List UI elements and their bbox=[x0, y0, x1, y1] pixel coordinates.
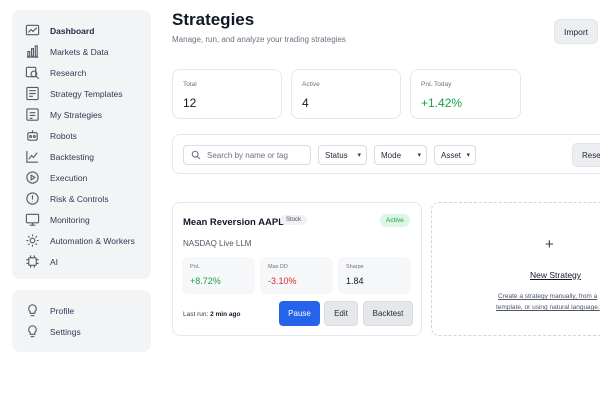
page-subtitle: Manage, run, and analyze your trading st… bbox=[172, 35, 346, 44]
chevron-down-icon: ▾ bbox=[357, 152, 361, 159]
asset-tag: Stock bbox=[280, 215, 308, 225]
sidebar-item-execution[interactable]: Execution bbox=[12, 167, 151, 188]
sidebar-item-label: AI bbox=[50, 256, 59, 267]
metric-value: +8.72% bbox=[190, 276, 221, 286]
lightbulb-icon bbox=[25, 303, 40, 318]
stat-active: Active 4 bbox=[291, 69, 401, 119]
metric-sharpe: Sharpe 1.84 bbox=[338, 257, 411, 294]
strategy-name: Mean Reversion AAPL bbox=[183, 217, 285, 228]
sidebar-item-markets[interactable]: Markets & Data bbox=[12, 41, 151, 62]
asset-select-label: Asset bbox=[441, 150, 462, 160]
stat-value: +1.42% bbox=[421, 96, 463, 110]
stat-label: Total bbox=[183, 81, 197, 88]
markets-icon bbox=[25, 44, 40, 59]
stat-total: Total 12 bbox=[172, 69, 282, 119]
search-placeholder: Search by name or tag bbox=[207, 150, 288, 160]
chevron-down-icon: ▾ bbox=[466, 152, 470, 159]
research-icon bbox=[25, 65, 40, 80]
sidebar-item-label: Strategy Templates bbox=[50, 88, 123, 99]
search-input[interactable]: Search by name or tag bbox=[183, 145, 311, 165]
page-title: Strategies bbox=[172, 10, 255, 29]
sidebar-item-ai[interactable]: AI bbox=[12, 251, 151, 272]
templates-icon bbox=[25, 86, 40, 101]
new-strategy-card[interactable]: + New Strategy Create a strategy manuall… bbox=[431, 202, 600, 336]
stat-label: PnL Today bbox=[421, 81, 452, 88]
sidebar-bottom: Profile Settings bbox=[12, 290, 151, 352]
new-strategy-description: template, or using natural language. bbox=[496, 304, 600, 311]
status-badge: Active bbox=[380, 214, 410, 227]
new-strategy-description: Create a strategy manually, from a bbox=[498, 293, 598, 300]
metric-label: Max DD bbox=[268, 264, 288, 270]
strategy-meta: NASDAQ Live LLM bbox=[183, 239, 252, 248]
chevron-down-icon: ▾ bbox=[417, 152, 421, 159]
pause-button[interactable]: Pause bbox=[279, 301, 320, 326]
sidebar-item-risk[interactable]: Risk & Controls bbox=[12, 188, 151, 209]
search-icon bbox=[191, 150, 201, 160]
sidebar-item-strategies[interactable]: My Strategies bbox=[12, 104, 151, 125]
robot-icon bbox=[25, 128, 40, 143]
stat-pnl-today: PnL Today +1.42% bbox=[410, 69, 521, 119]
execution-icon bbox=[25, 170, 40, 185]
stat-value: 12 bbox=[183, 96, 197, 110]
sidebar-item-backtesting[interactable]: Backtesting bbox=[12, 146, 151, 167]
sidebar-item-label: Dashboard bbox=[50, 25, 95, 36]
last-run-label: Last run: bbox=[183, 311, 209, 318]
stat-label: Active bbox=[302, 81, 320, 88]
sidebar-item-label: Settings bbox=[50, 326, 81, 337]
sidebar-item-templates[interactable]: Strategy Templates bbox=[12, 83, 151, 104]
sidebar-item-label: Monitoring bbox=[50, 214, 90, 225]
edit-button[interactable]: Edit bbox=[324, 301, 358, 326]
sidebar-item-label: Profile bbox=[50, 305, 75, 316]
sidebar-item-profile[interactable]: Profile bbox=[12, 300, 151, 321]
sidebar-item-label: Backtesting bbox=[50, 151, 94, 162]
reset-button[interactable]: Reset bbox=[572, 143, 600, 167]
new-strategy-link[interactable]: New Strategy bbox=[530, 270, 581, 280]
sidebar: Dashboard Markets & Data Research Strate… bbox=[12, 10, 151, 279]
mode-select-label: Mode bbox=[381, 150, 402, 160]
plus-icon: + bbox=[545, 236, 554, 253]
metric-value: -3.10% bbox=[268, 276, 297, 286]
backtest-button[interactable]: Backtest bbox=[363, 301, 413, 326]
metric-pnl: PnL +8.72% bbox=[182, 257, 255, 294]
sidebar-item-label: Research bbox=[50, 67, 87, 78]
lightbulb-icon bbox=[25, 324, 40, 339]
main-content: Strategies Manage, run, and analyze your… bbox=[172, 0, 600, 400]
sidebar-item-monitoring[interactable]: Monitoring bbox=[12, 209, 151, 230]
dashboard-icon bbox=[25, 23, 40, 38]
filter-bar: Search by name or tag Status ▾ Mode ▾ As… bbox=[172, 134, 600, 174]
sidebar-item-dashboard[interactable]: Dashboard bbox=[12, 20, 151, 41]
strategies-icon bbox=[25, 107, 40, 122]
sidebar-item-automation[interactable]: Automation & Workers bbox=[12, 230, 151, 251]
last-run: Last run: 2 min ago bbox=[183, 311, 240, 318]
asset-select[interactable]: Asset ▾ bbox=[434, 145, 476, 165]
sidebar-item-settings[interactable]: Settings bbox=[12, 321, 151, 342]
sidebar-item-research[interactable]: Research bbox=[12, 62, 151, 83]
sidebar-item-robots[interactable]: Robots bbox=[12, 125, 151, 146]
sidebar-item-label: Risk & Controls bbox=[50, 193, 109, 204]
backtest-icon bbox=[25, 149, 40, 164]
automation-icon bbox=[25, 233, 40, 248]
status-select-label: Status bbox=[325, 150, 348, 160]
metric-label: PnL bbox=[190, 264, 200, 270]
ai-icon bbox=[25, 254, 40, 269]
stat-value: 4 bbox=[302, 96, 309, 110]
status-select[interactable]: Status ▾ bbox=[318, 145, 367, 165]
risk-icon bbox=[25, 191, 40, 206]
sidebar-item-label: Robots bbox=[50, 130, 77, 141]
sidebar-item-label: Execution bbox=[50, 172, 88, 183]
mode-select[interactable]: Mode ▾ bbox=[374, 145, 427, 165]
sidebar-item-label: Automation & Workers bbox=[50, 235, 135, 246]
metric-max-dd: Max DD -3.10% bbox=[260, 257, 333, 294]
sidebar-item-label: My Strategies bbox=[50, 109, 102, 120]
sidebar-item-label: Markets & Data bbox=[50, 46, 109, 57]
metric-label: Sharpe bbox=[346, 264, 364, 270]
metric-value: 1.84 bbox=[346, 276, 364, 286]
monitor-icon bbox=[25, 212, 40, 227]
last-run-value: 2 min ago bbox=[210, 311, 241, 318]
strategy-card[interactable]: Mean Reversion AAPL Stock Active NASDAQ … bbox=[172, 202, 422, 336]
import-button[interactable]: Import bbox=[554, 19, 598, 44]
